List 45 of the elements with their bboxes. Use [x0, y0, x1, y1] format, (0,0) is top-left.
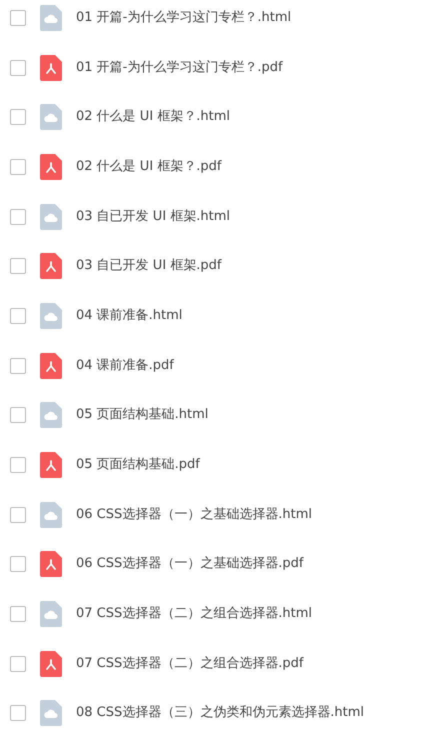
pdf-file-icon	[40, 54, 62, 80]
file-name[interactable]: 02 什么是 UI 框架？.pdf	[76, 157, 222, 177]
file-name[interactable]: 01 开篇-为什么学习这门专栏？.pdf	[76, 58, 283, 78]
checkbox[interactable]	[10, 10, 26, 26]
cloud-file-icon	[40, 600, 62, 627]
cloud-file-icon	[40, 402, 62, 428]
checkbox[interactable]	[10, 606, 26, 622]
file-name[interactable]: 07 CSS选择器（二）之组合选择器.pdf	[76, 654, 304, 674]
cloud-file-icon	[40, 302, 62, 329]
checkbox[interactable]	[10, 656, 26, 672]
checkbox[interactable]	[10, 109, 26, 126]
pdf-file-icon	[40, 253, 62, 280]
pdf-file-icon	[40, 352, 62, 379]
checkbox[interactable]	[10, 358, 26, 374]
cloud-file-icon	[40, 104, 62, 130]
file-name[interactable]: 02 什么是 UI 框架？.html	[76, 107, 230, 127]
pdf-file-icon	[40, 551, 62, 578]
file-name[interactable]: 08 CSS选择器（三）之伪类和伪元素选择器.html	[76, 703, 364, 723]
file-name[interactable]: 01 开篇-为什么学习这门专栏？.html	[76, 8, 292, 28]
checkbox[interactable]	[10, 208, 26, 225]
pdf-file-icon	[40, 650, 62, 677]
cloud-file-icon	[40, 4, 62, 31]
pdf-file-icon	[40, 452, 62, 478]
file-name[interactable]: 05 页面结构基础.pdf	[76, 455, 200, 475]
file-name[interactable]: 04 课前准备.pdf	[76, 356, 174, 376]
file-name[interactable]: 05 页面结构基础.html	[76, 405, 208, 425]
file-name[interactable]: 07 CSS选择器（二）之组合选择器.html	[76, 604, 312, 624]
checkbox[interactable]	[10, 456, 26, 473]
file-name[interactable]: 03 自已开发 UI 框架.pdf	[76, 256, 222, 276]
file-name[interactable]: 06 CSS选择器（一）之基础选择器.html	[76, 504, 312, 524]
checkbox[interactable]	[10, 258, 26, 274]
checkbox[interactable]	[10, 407, 26, 424]
file-name[interactable]: 06 CSS选择器（一）之基础选择器.pdf	[76, 554, 304, 574]
checkbox[interactable]	[10, 705, 26, 722]
checkbox[interactable]	[10, 158, 26, 175]
checkbox[interactable]	[10, 556, 26, 572]
cloud-file-icon	[40, 502, 62, 528]
file-name[interactable]: 03 自已开发 UI 框架.html	[76, 206, 230, 226]
cloud-file-icon	[40, 700, 62, 726]
checkbox[interactable]	[10, 308, 26, 324]
checkbox[interactable]	[10, 60, 26, 76]
checkbox[interactable]	[10, 506, 26, 523]
pdf-file-icon	[40, 154, 62, 180]
file-name[interactable]: 04 课前准备.html	[76, 306, 182, 326]
cloud-file-icon	[40, 204, 62, 230]
